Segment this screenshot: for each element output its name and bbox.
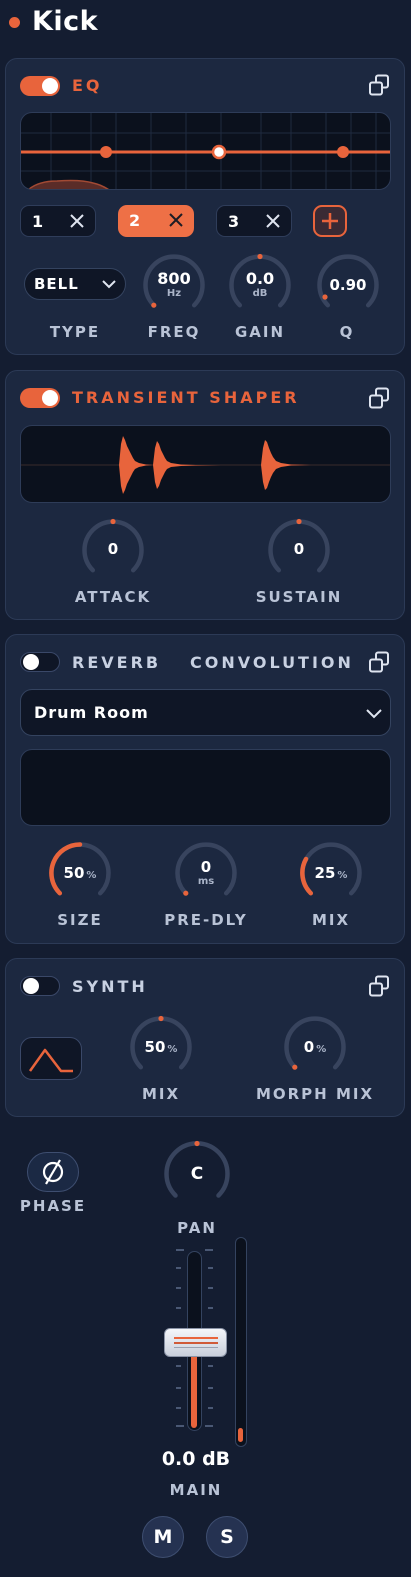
q-knob[interactable]: 0.90 [316,253,380,317]
sustain-label: SUSTAIN [255,588,343,606]
reverb-mix-value: 25% [314,864,348,882]
copy-icon[interactable] [367,73,391,97]
eq-type-value: BELL [34,275,79,293]
reverb-ir-display [20,749,391,826]
gain-unit: dB [252,288,268,299]
attack-value: 0 [107,540,119,558]
knob-indicator [194,1140,200,1147]
phase-invert-button[interactable] [27,1152,79,1192]
attack-knob[interactable]: 0 [81,518,145,582]
reverb-preset-dropdown[interactable]: Drum Room [20,689,391,736]
freq-knob[interactable]: 800 Hz [142,253,206,317]
add-band-button[interactable] [313,205,347,237]
copy-icon[interactable] [367,386,391,410]
synth-mix-value: 50% [144,1038,178,1056]
pan-value: C [190,1164,204,1184]
pre-delay-knob[interactable]: 0 ms [174,841,238,905]
pan-label: PAN [177,1219,217,1237]
type-label: TYPE [49,323,101,341]
close-icon[interactable] [265,213,281,229]
track-color-dot [9,17,20,28]
synth-waveform-button[interactable] [20,1037,82,1080]
reverb-label: REVERB [72,653,162,672]
plus-icon [322,213,338,229]
band-number: 3 [228,212,240,231]
band-number: 2 [129,211,141,230]
pre-delay-unit: ms [197,876,215,887]
synth-mix-knob[interactable]: 50% [129,1015,193,1079]
size-knob[interactable]: 50% [48,841,112,905]
knob-indicator [296,518,302,525]
eq-type-dropdown[interactable]: BELL [24,268,126,300]
eq-node-1 [100,146,112,158]
morph-mix-knob[interactable]: 0% [283,1015,347,1079]
reverb-mix-knob[interactable]: 25% [299,841,363,905]
main-label: MAIN [169,1481,223,1499]
close-icon[interactable] [69,213,85,229]
eq-band-2[interactable]: 2 [118,205,194,237]
morph-mix-label: MORPH MIX [255,1085,375,1103]
knob-indicator [158,1015,164,1022]
gain-knob[interactable]: 0.0 dB [228,253,292,317]
size-label: SIZE [57,911,103,929]
triangle-wave-icon [28,1048,73,1073]
transient-shaper-toggle[interactable] [20,388,60,408]
eq-node-2 [211,144,227,160]
main-fader-handle[interactable] [164,1328,227,1357]
sustain-value: 0 [293,540,305,558]
knob-indicator [257,253,263,260]
level-meter [235,1237,247,1447]
reverb-mode-label[interactable]: CONVOLUTION [190,653,354,672]
eq-label: EQ [72,76,103,95]
knob-indicator [151,302,157,308]
synth-toggle[interactable] [20,976,60,996]
freq-value: 800 [157,269,191,288]
eq-band-3[interactable]: 3 [216,205,292,237]
pan-knob[interactable]: C [163,1140,231,1208]
knob-indicator [322,294,328,300]
main-level-value: 0.0 dB [161,1448,231,1470]
synth-label: SYNTH [72,977,148,996]
q-value: 0.90 [329,276,367,294]
level-meter-fill [238,1428,243,1442]
morph-mix-value: 0% [303,1038,327,1056]
transient-shaper-label: TRANSIENT SHAPER [72,388,300,407]
mute-button[interactable]: M [142,1516,184,1558]
freq-unit: Hz [166,288,182,299]
eq-toggle[interactable] [20,76,60,96]
eq-band-1[interactable]: 1 [20,205,96,237]
knob-indicator [110,518,116,525]
gain-value: 0.0 [245,269,275,288]
track-title: Kick [32,6,99,37]
solo-button[interactable]: S [206,1516,248,1558]
band-number: 1 [32,212,44,231]
close-icon[interactable] [168,212,184,228]
knob-indicator [183,890,189,896]
synth-mix-label: MIX [141,1085,181,1103]
attack-label: ATTACK [74,588,152,606]
knob-indicator [292,1064,298,1070]
phase-invert-icon [42,1159,64,1185]
chevron-down-icon [102,280,116,289]
pre-delay-label: PRE-DLY [164,911,248,929]
transient-waveform-display [20,425,391,503]
copy-icon[interactable] [367,650,391,674]
freq-label: FREQ [147,323,201,341]
reverb-mix-label: MIX [311,911,351,929]
phase-label: PHASE [19,1197,87,1215]
copy-icon[interactable] [367,974,391,998]
chevron-down-icon [366,709,382,719]
eq-node-3 [337,146,349,158]
gain-label: GAIN [234,323,286,341]
size-value: 50% [63,864,97,882]
pre-delay-value: 0 [200,858,212,876]
eq-curve-display[interactable] [20,112,391,190]
reverb-preset-value: Drum Room [34,703,149,722]
sustain-knob[interactable]: 0 [267,518,331,582]
q-label: Q [339,323,355,341]
reverb-toggle[interactable] [20,652,60,672]
